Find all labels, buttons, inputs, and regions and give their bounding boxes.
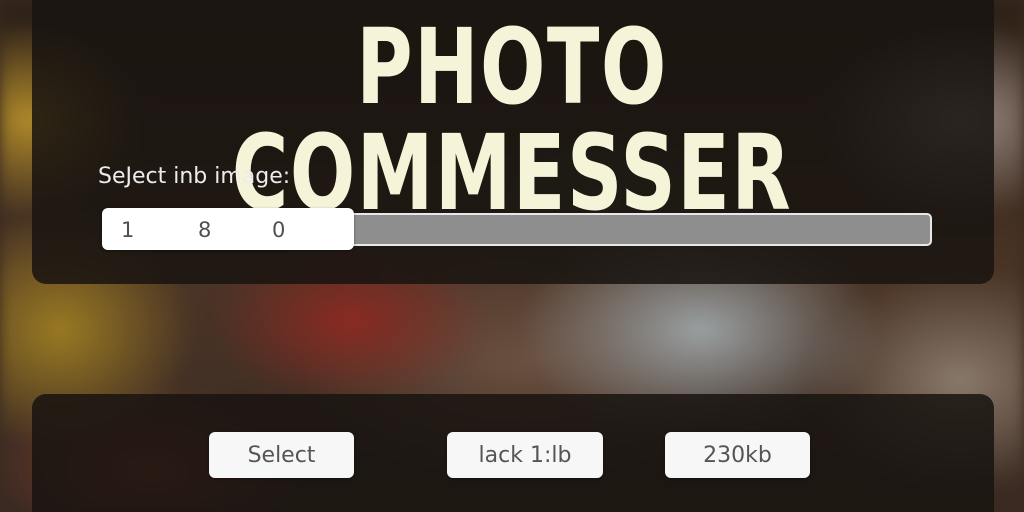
file-size-button[interactable]: 230kb: [665, 432, 810, 478]
compression-slider-handle[interactable]: [102, 208, 354, 250]
slider-tick-label: 0: [272, 218, 286, 242]
slider-tick-label: 1: [121, 218, 135, 242]
select-image-label: SeJect inb image:: [98, 164, 291, 189]
slider-tick-label: 8: [198, 218, 212, 242]
select-button[interactable]: Select: [209, 432, 354, 478]
ratio-button[interactable]: lack 1:lb: [447, 432, 603, 478]
app-title: PHOTO COMMESSER: [231, 6, 793, 234]
